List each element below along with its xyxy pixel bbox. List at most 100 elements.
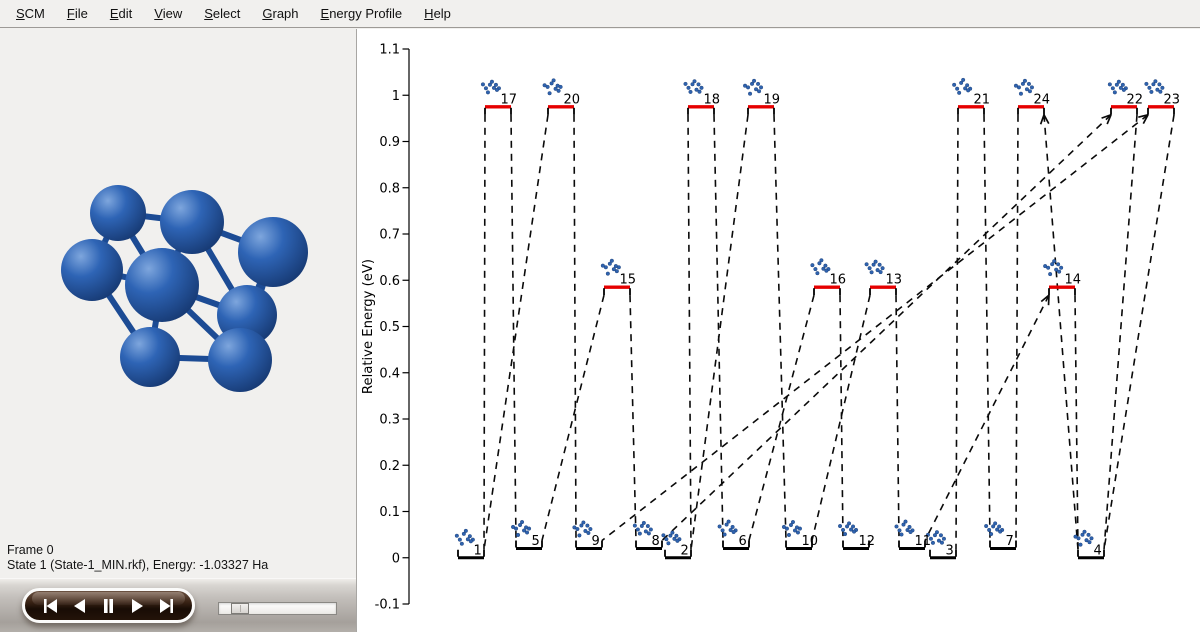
icon-atom-dot (1048, 272, 1052, 276)
frame-slider[interactable] (218, 602, 337, 615)
icon-atom-dot (490, 80, 494, 84)
icon-atom-dot (469, 540, 473, 544)
icon-atom-dot (811, 263, 815, 267)
atom-sphere-4[interactable] (61, 239, 123, 301)
state-label: 20 (564, 92, 581, 107)
menu-graph[interactable]: Graph (251, 0, 309, 28)
connection-21-3 (956, 115, 958, 550)
icon-atom-dot (824, 264, 828, 268)
menu-scm[interactable]: SCM (5, 0, 56, 28)
state-molecule-icon (718, 520, 738, 537)
icon-atom-dot (718, 525, 722, 529)
icon-atom-dot (520, 520, 524, 524)
state-14-marker[interactable]: 14 (1043, 259, 1081, 295)
icon-atom-dot (868, 266, 872, 270)
pause-button[interactable] (100, 599, 117, 613)
icon-atom-dot (841, 528, 845, 532)
state-label: 10 (802, 534, 819, 549)
state-21-marker[interactable]: 21 (952, 78, 990, 115)
icon-atom-dot (1056, 262, 1060, 266)
icon-atom-dot (787, 533, 791, 537)
icon-atom-dot (721, 529, 725, 533)
icon-atom-dot (909, 530, 913, 534)
state-label: 3 (946, 543, 954, 558)
state-17-marker[interactable]: 17 (481, 80, 517, 115)
atom-sphere-7[interactable] (208, 328, 272, 392)
state-molecule-icon (984, 522, 1004, 536)
state-10-marker[interactable]: 10 (782, 520, 818, 549)
atom-sphere-2[interactable] (160, 190, 224, 254)
icon-atom-dot (1145, 82, 1149, 86)
state-24-marker[interactable]: 24 (1014, 79, 1050, 115)
icon-atom-dot (610, 259, 614, 263)
state-22-marker[interactable]: 22 (1108, 80, 1143, 115)
state-molecule-icon (838, 522, 858, 536)
icon-atom-dot (1161, 86, 1165, 90)
connection-14-11 (925, 295, 1049, 540)
state-9-marker[interactable]: 9 (573, 521, 602, 549)
icon-atom-dot (1087, 533, 1091, 537)
menu-select[interactable]: Select (193, 0, 251, 28)
icon-atom-dot (684, 82, 688, 86)
y-tick-label: 1 (392, 89, 400, 104)
icon-atom-dot (878, 263, 882, 267)
atom-sphere-6[interactable] (120, 327, 180, 387)
y-tick-label: 0 (392, 551, 400, 566)
icon-atom-dot (700, 86, 704, 90)
atom-sphere-3[interactable] (238, 217, 308, 287)
icon-atom-dot (615, 269, 619, 273)
connection-13-11 (896, 295, 899, 540)
arrowhead (1041, 115, 1044, 124)
atom-sphere-1[interactable] (90, 185, 146, 241)
step-back-button[interactable] (71, 599, 88, 613)
state-12-marker[interactable]: 12 (838, 522, 875, 549)
y-tick-label: 0.8 (379, 181, 400, 196)
icon-atom-dot (649, 528, 653, 532)
state-11-marker[interactable]: 11 (895, 520, 931, 549)
icon-atom-dot (527, 527, 531, 531)
icon-atom-dot (606, 272, 610, 276)
icon-atom-dot (939, 534, 943, 538)
state-18-marker[interactable]: 18 (684, 79, 720, 114)
menu-help[interactable]: Help (413, 0, 462, 28)
state-label: 21 (974, 92, 991, 107)
icon-atom-dot (1019, 92, 1023, 96)
icon-atom-dot (586, 524, 590, 528)
icon-atom-dot (1059, 266, 1063, 270)
skip-to-start-button[interactable] (41, 599, 58, 613)
icon-atom-dot (689, 90, 693, 94)
state-23-marker[interactable]: 23 (1145, 79, 1180, 114)
menu-file[interactable]: File (56, 0, 99, 28)
energy-profile-chart[interactable]: 1.110.90.80.70.60.50.40.30.20.10-0.1Rela… (357, 29, 1200, 632)
state-1-marker[interactable]: 1 (455, 529, 484, 558)
state-15-marker[interactable]: 15 (601, 259, 636, 295)
molecule-3d-view[interactable] (0, 29, 356, 578)
state-2-marker[interactable]: 2 (662, 531, 691, 558)
atom-sphere-8[interactable] (125, 248, 199, 322)
connection-17-1 (484, 115, 485, 550)
icon-atom-dot (1113, 91, 1117, 95)
state-8-marker[interactable]: 8 (633, 521, 662, 549)
icon-atom-dot (646, 524, 650, 528)
skip-to-end-button[interactable] (159, 599, 176, 613)
icon-atom-dot (984, 524, 988, 528)
state-20-marker[interactable]: 20 (543, 79, 580, 115)
icon-atom-dot (697, 83, 701, 87)
connection-18-2 (688, 115, 691, 550)
state-7-marker[interactable]: 7 (984, 522, 1016, 549)
icon-atom-dot (633, 524, 637, 528)
play-button[interactable] (129, 599, 146, 613)
connection-19-2 (691, 115, 748, 550)
state-16-marker[interactable]: 16 (811, 258, 846, 295)
state-13-marker[interactable]: 13 (865, 260, 902, 295)
pause-icon (100, 599, 117, 613)
icon-atom-dot (966, 89, 970, 93)
menu-edit[interactable]: Edit (99, 0, 143, 28)
state-19-marker[interactable]: 19 (743, 79, 780, 115)
state-molecule-icon (481, 80, 501, 94)
menu-energy-profile[interactable]: Energy Profile (310, 0, 414, 28)
menu-view[interactable]: View (143, 0, 193, 28)
icon-atom-dot (993, 522, 997, 526)
connection-15-8 (630, 295, 636, 540)
frame-slider-handle[interactable] (231, 603, 249, 614)
